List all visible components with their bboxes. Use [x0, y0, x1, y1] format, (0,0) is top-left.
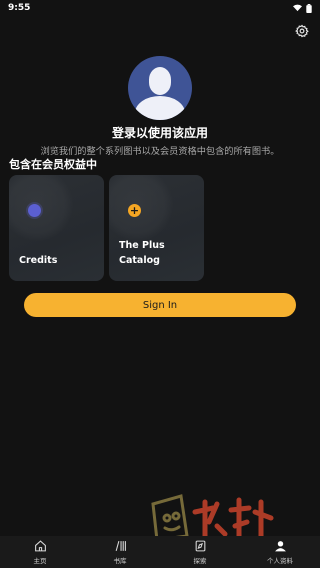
settings-button[interactable]	[293, 22, 311, 40]
card-glow	[9, 175, 73, 241]
battery-icon	[306, 3, 312, 13]
status-bar: 9:55	[0, 0, 320, 16]
nav-item-explore[interactable]: 探索	[160, 536, 240, 568]
plus-catalog-card[interactable]: + The Plus Catalog	[109, 175, 204, 281]
nav-label-library: 书库	[113, 557, 127, 565]
nav-item-library[interactable]: 书库	[80, 536, 160, 568]
plus-catalog-label-line2: Catalog	[119, 255, 160, 266]
sign-in-button[interactable]: Sign In	[24, 293, 296, 317]
login-subtitle: 浏览我们的整个系列图书以及会员资格中包含的所有图书。	[40, 146, 280, 157]
nav-label-home: 主页	[33, 557, 47, 565]
plus-catalog-label-line1: The Plus	[119, 240, 165, 251]
plus-catalog-card-label: The Plus Catalog	[119, 238, 165, 268]
status-icons	[293, 3, 312, 13]
login-title: 登录以使用该应用	[111, 126, 208, 140]
credits-dot-icon	[28, 204, 41, 217]
gear-icon	[295, 24, 309, 38]
status-time: 9:55	[8, 3, 31, 13]
credits-card-label: Credits	[19, 255, 58, 266]
nav-label-profile: 个人资料	[267, 557, 293, 565]
wifi-icon	[293, 4, 302, 12]
profile-icon	[274, 541, 286, 552]
nav-label-explore: 探索	[193, 557, 207, 565]
card-glow	[109, 175, 173, 241]
benefits-title: 包含在会员权益中	[9, 158, 97, 171]
explore-icon	[195, 540, 205, 552]
nav-item-home[interactable]: 主页	[0, 536, 80, 568]
plus-icon: +	[128, 204, 141, 217]
credits-card[interactable]: Credits	[9, 175, 104, 281]
nav-item-profile[interactable]: 个人资料	[240, 536, 320, 568]
library-icon	[115, 540, 126, 552]
avatar-body	[135, 96, 185, 120]
bottom-nav: 主页 书库 探索 个人资料	[0, 536, 320, 568]
avatar-head	[149, 67, 171, 95]
home-icon	[34, 540, 46, 552]
avatar	[128, 56, 192, 120]
